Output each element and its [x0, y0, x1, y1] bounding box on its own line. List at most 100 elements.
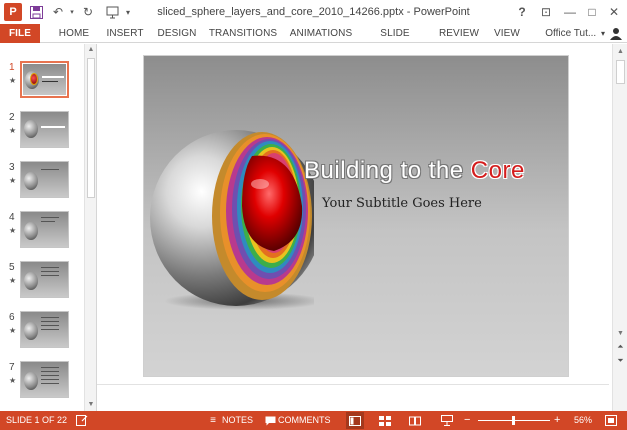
- thumb-text-line: [41, 267, 59, 268]
- notes-pane-divider[interactable]: [97, 384, 609, 411]
- slide-number: 6: [9, 312, 15, 323]
- slide-number: 1: [9, 62, 15, 73]
- thumb-text-line: [41, 317, 59, 318]
- core-thumb-graphic: [30, 73, 38, 85]
- thumbnail-2[interactable]: 2 ★: [0, 110, 84, 156]
- tab-review[interactable]: REVIEW: [438, 24, 480, 43]
- previous-slide-icon[interactable]: ⏶: [613, 342, 627, 352]
- animation-star-icon: ★: [9, 176, 17, 185]
- thumb-subtitle-line: [42, 81, 58, 82]
- thumbnail-3[interactable]: 3 ★: [0, 160, 84, 206]
- slide-title[interactable]: Building to the Core: [304, 157, 525, 185]
- slide-indicator[interactable]: SLIDE 1 OF 22: [6, 411, 67, 430]
- sphere-thumb-graphic: [24, 222, 38, 240]
- slide-thumbnail-image: [20, 61, 69, 98]
- tab-home[interactable]: HOME: [54, 24, 94, 43]
- tab-animations[interactable]: ANIMATIONS: [288, 24, 354, 43]
- scroll-up-arrow-icon[interactable]: ▲: [613, 46, 627, 58]
- avatar[interactable]: [609, 26, 623, 40]
- slide-thumbnail-image: [20, 211, 69, 248]
- tab-view[interactable]: VIEW: [492, 24, 522, 43]
- present-from-start-icon[interactable]: [104, 4, 120, 20]
- redo-icon[interactable]: ↻: [80, 4, 96, 20]
- account-name: Office Tut...: [545, 28, 597, 39]
- thumb-text-line: [41, 275, 59, 276]
- sphere-thumb-graphic: [24, 172, 38, 190]
- powerpoint-logo-icon[interactable]: P: [4, 3, 22, 21]
- account-menu[interactable]: Office Tut... ▾: [545, 24, 605, 43]
- current-slide[interactable]: Building to the Core Your Subtitle Goes …: [143, 55, 569, 377]
- tab-design[interactable]: DESIGN: [156, 24, 198, 43]
- thumbnail-scrollbar[interactable]: ▲ ▼: [84, 44, 96, 411]
- fit-slide-to-window-icon[interactable]: [604, 414, 618, 427]
- sphere-thumb-graphic: [24, 120, 38, 138]
- thumbnail-6[interactable]: 6 ★: [0, 310, 84, 356]
- scroll-down-arrow-icon[interactable]: ▼: [613, 328, 627, 340]
- thumbnail-7[interactable]: 7 ★: [0, 360, 84, 406]
- thumbnail-4[interactable]: 4 ★: [0, 210, 84, 256]
- save-icon[interactable]: [28, 4, 44, 20]
- tab-transitions[interactable]: TRANSITIONS: [208, 24, 278, 43]
- powerpoint-window: P ↶ ▾ ↻ ▾ sliced_sphere_layers_and_core_…: [0, 0, 627, 430]
- animation-star-icon: ★: [9, 276, 17, 285]
- comments-button[interactable]: COMMENTS: [278, 411, 331, 430]
- slide-title-accent: Core: [470, 157, 525, 184]
- notes-icon[interactable]: ≡: [206, 414, 220, 427]
- tab-slide-show[interactable]: SLIDE SHOW: [366, 24, 424, 58]
- slide-scrollbar[interactable]: ▲ ▼ ⏶ ⏷: [612, 44, 627, 411]
- scroll-down-arrow-icon[interactable]: ▼: [85, 399, 96, 411]
- chevron-down-icon: ▾: [600, 29, 605, 38]
- animation-star-icon: ★: [9, 326, 17, 335]
- thumbnail-5[interactable]: 5 ★: [0, 260, 84, 306]
- help-icon[interactable]: ?: [512, 3, 532, 21]
- animation-star-icon: ★: [9, 226, 17, 235]
- slide-editing-canvas: Building to the Core Your Subtitle Goes …: [97, 44, 612, 411]
- thumb-title-line: [41, 169, 59, 170]
- zoom-out-button[interactable]: −: [464, 411, 470, 430]
- thumb-title-line: [41, 126, 65, 128]
- slide-subtitle[interactable]: Your Subtitle Goes Here: [322, 196, 482, 211]
- slide-show-icon[interactable]: [440, 414, 454, 427]
- thumb-title-line: [41, 217, 59, 218]
- slide-thumbnail-image: [20, 111, 69, 148]
- reading-view-icon[interactable]: [408, 414, 422, 427]
- thumb-text-line: [41, 321, 59, 322]
- customize-qat-icon[interactable]: ▾: [120, 4, 136, 20]
- thumb-text-line: [41, 375, 59, 376]
- scrollbar-thumb[interactable]: [87, 58, 95, 198]
- animation-star-icon: ★: [9, 126, 17, 135]
- thumb-text-line: [41, 329, 59, 330]
- normal-view-icon[interactable]: [346, 412, 364, 429]
- next-slide-icon[interactable]: ⏷: [613, 356, 627, 366]
- notes-button[interactable]: NOTES: [222, 411, 253, 430]
- tab-insert[interactable]: INSERT: [104, 24, 146, 43]
- slide-number: 3: [9, 162, 15, 173]
- zoom-slider-handle[interactable]: [512, 416, 515, 425]
- slide-title-main: Building to the: [304, 157, 471, 184]
- comments-icon[interactable]: [263, 414, 277, 427]
- thumbnail-1[interactable]: 1 ★: [0, 60, 84, 106]
- zoom-level[interactable]: 56%: [574, 411, 592, 430]
- sphere-thumb-graphic: [24, 272, 38, 290]
- sphere-thumb-graphic: [24, 372, 38, 390]
- minimize-icon[interactable]: —: [560, 3, 580, 21]
- zoom-in-button[interactable]: +: [554, 411, 560, 430]
- tab-file[interactable]: FILE: [0, 24, 40, 43]
- thumb-text-line: [41, 325, 59, 326]
- scroll-up-arrow-icon[interactable]: ▲: [85, 44, 96, 56]
- scrollbar-thumb[interactable]: [616, 60, 625, 84]
- title-bar: P ↶ ▾ ↻ ▾ sliced_sphere_layers_and_core_…: [0, 0, 627, 24]
- slide-thumbnail-image: [20, 161, 69, 198]
- spell-check-icon[interactable]: [75, 414, 89, 427]
- undo-dropdown-icon[interactable]: ▾: [64, 4, 80, 20]
- sphere-thumb-graphic: [24, 322, 38, 340]
- slide-thumbnail-image: [20, 311, 69, 348]
- maximize-icon[interactable]: □: [582, 3, 602, 21]
- thumb-text-line: [41, 383, 59, 384]
- sliced-sphere-graphic[interactable]: [144, 56, 314, 316]
- slide-sorter-icon[interactable]: [378, 414, 392, 427]
- thumb-text-line: [41, 271, 59, 272]
- slide-thumbnail-pane: 1 ★ 2 ★ 3 ★ 4 ★ 5 ★ 6 ★ 7 ★ ▲ ▼: [0, 44, 97, 411]
- ribbon-display-options-icon[interactable]: ⊡: [536, 3, 556, 21]
- close-icon[interactable]: ✕: [604, 3, 624, 21]
